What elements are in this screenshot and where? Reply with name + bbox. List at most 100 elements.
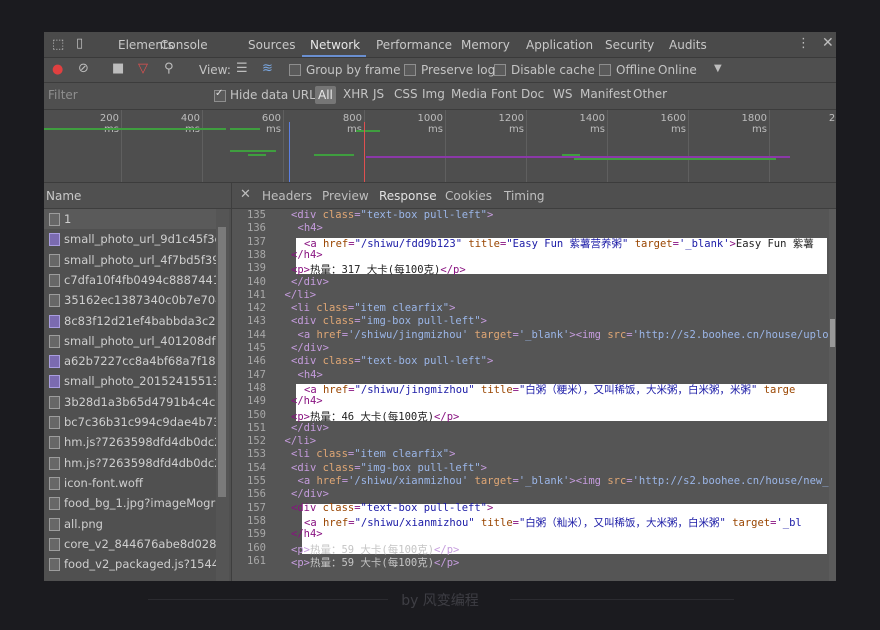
- scrollbar-thumb[interactable]: [218, 227, 226, 497]
- response-tab-preview[interactable]: Preview: [322, 189, 369, 203]
- file-icon: [49, 517, 60, 531]
- tab-console[interactable]: Console: [160, 38, 208, 52]
- code-line: </li>: [285, 435, 317, 447]
- record-icon[interactable]: ●: [52, 62, 63, 77]
- tab-memory[interactable]: Memory: [461, 38, 510, 52]
- close-panel-icon[interactable]: ✕: [240, 187, 251, 202]
- filter-type-img[interactable]: Img: [422, 87, 445, 104]
- code-token: target: [732, 516, 771, 529]
- filter-icon[interactable]: ▽: [138, 61, 148, 76]
- tab-performance[interactable]: Performance: [376, 38, 452, 52]
- file-icon: [49, 497, 60, 511]
- request-row[interactable]: core_v2_844676abe8d02848b: [44, 534, 216, 554]
- line-number: 135: [247, 209, 266, 221]
- filter-type-other[interactable]: Other: [633, 87, 667, 104]
- request-list-scrollbar[interactable]: [216, 209, 229, 581]
- tab-security[interactable]: Security: [605, 38, 654, 52]
- tab-application[interactable]: Application: [526, 38, 593, 52]
- request-row[interactable]: hm.js?7263598dfd4db0dc295.: [44, 453, 216, 473]
- large-rows-icon[interactable]: ☰: [236, 61, 248, 76]
- name-column-header[interactable]: Name: [44, 183, 231, 209]
- code-line: <p>热量：59 大卡(每100克)</p>: [291, 555, 459, 570]
- request-row[interactable]: 1: [44, 209, 216, 229]
- code-line: </h4>: [291, 249, 323, 261]
- filter-type-doc[interactable]: Doc: [521, 87, 544, 104]
- request-row[interactable]: 35162ec1387340c0b7e704c69: [44, 290, 216, 310]
- group-by-frame-checkbox[interactable]: [289, 64, 301, 76]
- clear-icon[interactable]: ⊘: [78, 61, 89, 76]
- request-row[interactable]: small_photo_url_9d1c45f3e8d: [44, 229, 216, 249]
- response-tab-headers[interactable]: Headers: [262, 189, 312, 203]
- preserve-log-checkbox[interactable]: [404, 64, 416, 76]
- line-number: 157: [247, 501, 266, 514]
- tab-audits[interactable]: Audits: [669, 38, 707, 52]
- timeline-bar: [356, 130, 380, 132]
- request-row[interactable]: 3b28d1a3b65d4791b4c4ce25.: [44, 392, 216, 412]
- code-token: >: [486, 355, 494, 368]
- search-icon[interactable]: ⚲: [164, 61, 174, 76]
- line-number: 138: [247, 248, 266, 261]
- filter-type-css[interactable]: CSS: [394, 87, 418, 104]
- request-row[interactable]: small_photo_20152415513316: [44, 371, 216, 391]
- code-token: <div: [291, 315, 323, 328]
- line-number: 146: [247, 355, 266, 368]
- filter-type-media[interactable]: Media: [451, 87, 487, 104]
- filter-type-xhr[interactable]: XHR: [343, 87, 369, 104]
- line-number: 150: [247, 408, 266, 421]
- request-row[interactable]: bc7c36b31c994c9dae4b73000: [44, 412, 216, 432]
- hide-data-urls-checkbox[interactable]: [214, 88, 226, 102]
- timeline-tick-label: 200 ms: [99, 113, 119, 135]
- code-token: "text-box pull-left": [360, 355, 487, 368]
- scrollbar-thumb[interactable]: [830, 319, 835, 347]
- code-token: </div>: [291, 342, 329, 354]
- more-menu-icon[interactable]: ⋮: [797, 36, 810, 51]
- response-source[interactable]: 135 <div class="text-box pull-left"> 136 <h…: [232, 209, 836, 581]
- response-tab-response[interactable]: Response: [379, 189, 437, 203]
- device-toolbar-icon[interactable]: ▯: [76, 36, 83, 51]
- code-token: class: [322, 209, 355, 221]
- code-token: <h4>: [297, 222, 323, 235]
- chevron-down-icon[interactable]: ▼: [714, 63, 722, 74]
- response-scrollbar[interactable]: [829, 209, 836, 581]
- request-row[interactable]: small_photo_url_4f7bd5f3985.: [44, 250, 216, 270]
- file-icon: [49, 395, 60, 409]
- filter-type-font[interactable]: Font: [491, 87, 517, 104]
- request-name: small_photo_20152415513316: [64, 374, 216, 389]
- request-row[interactable]: small_photo_url_401208dfc32: [44, 331, 216, 351]
- request-row[interactable]: hm.js?7263598dfd4db0dc295.: [44, 432, 216, 452]
- request-name: hm.js?7263598dfd4db0dc295.: [64, 435, 216, 450]
- waterfall-icon[interactable]: ≋: [262, 61, 273, 76]
- filter-input[interactable]: Filter: [48, 88, 198, 104]
- filter-type-js[interactable]: JS: [373, 87, 384, 104]
- network-overview[interactable]: 200 ms400 ms600 ms800 ms1000 ms1200 ms14…: [44, 110, 836, 183]
- inspect-element-icon[interactable]: ⬚: [52, 37, 64, 52]
- code-token: src: [607, 328, 627, 341]
- request-row[interactable]: a62b7227cc8a4bf68a7f183a4c: [44, 351, 216, 371]
- code-token: >: [449, 302, 456, 315]
- request-row[interactable]: icon-font.woff: [44, 473, 216, 493]
- image-icon: [49, 314, 60, 328]
- request-row[interactable]: food_v2_packaged.js?1544507: [44, 554, 216, 574]
- code-token: "白粥（粳米），又叫稀饭，大米粥，白米粥，米粥": [518, 383, 758, 396]
- code-token: class: [322, 461, 355, 474]
- request-row[interactable]: food_bg_1.jpg?imageMogr2/c: [44, 493, 216, 513]
- tab-sources[interactable]: Sources: [248, 38, 295, 52]
- line-number: 149: [247, 395, 266, 408]
- code-token: class: [316, 448, 348, 461]
- request-row[interactable]: 8c83f12d21ef4babbda3c22fec: [44, 311, 216, 331]
- filter-type-ws[interactable]: WS: [553, 87, 572, 104]
- camera-icon[interactable]: ■: [112, 61, 124, 76]
- code-token: "白粥（籼米），又叫稀饭，大米粥，白米粥": [518, 516, 726, 529]
- response-tab-cookies[interactable]: Cookies: [445, 189, 492, 203]
- request-row[interactable]: c7dfa10f4fb0494c8887441e42: [44, 270, 216, 290]
- response-tab-timing[interactable]: Timing: [504, 189, 545, 203]
- disable-cache-checkbox[interactable]: [494, 64, 506, 76]
- throttling-select[interactable]: Online: [658, 63, 697, 77]
- request-row[interactable]: all.png: [44, 514, 216, 534]
- code-token: href: [322, 383, 349, 396]
- filter-type-all[interactable]: All: [315, 86, 336, 104]
- close-icon[interactable]: ✕: [822, 35, 834, 51]
- offline-checkbox[interactable]: [599, 64, 611, 76]
- filter-type-manifest[interactable]: Manifest: [580, 87, 631, 104]
- tab-network[interactable]: Network: [310, 38, 360, 52]
